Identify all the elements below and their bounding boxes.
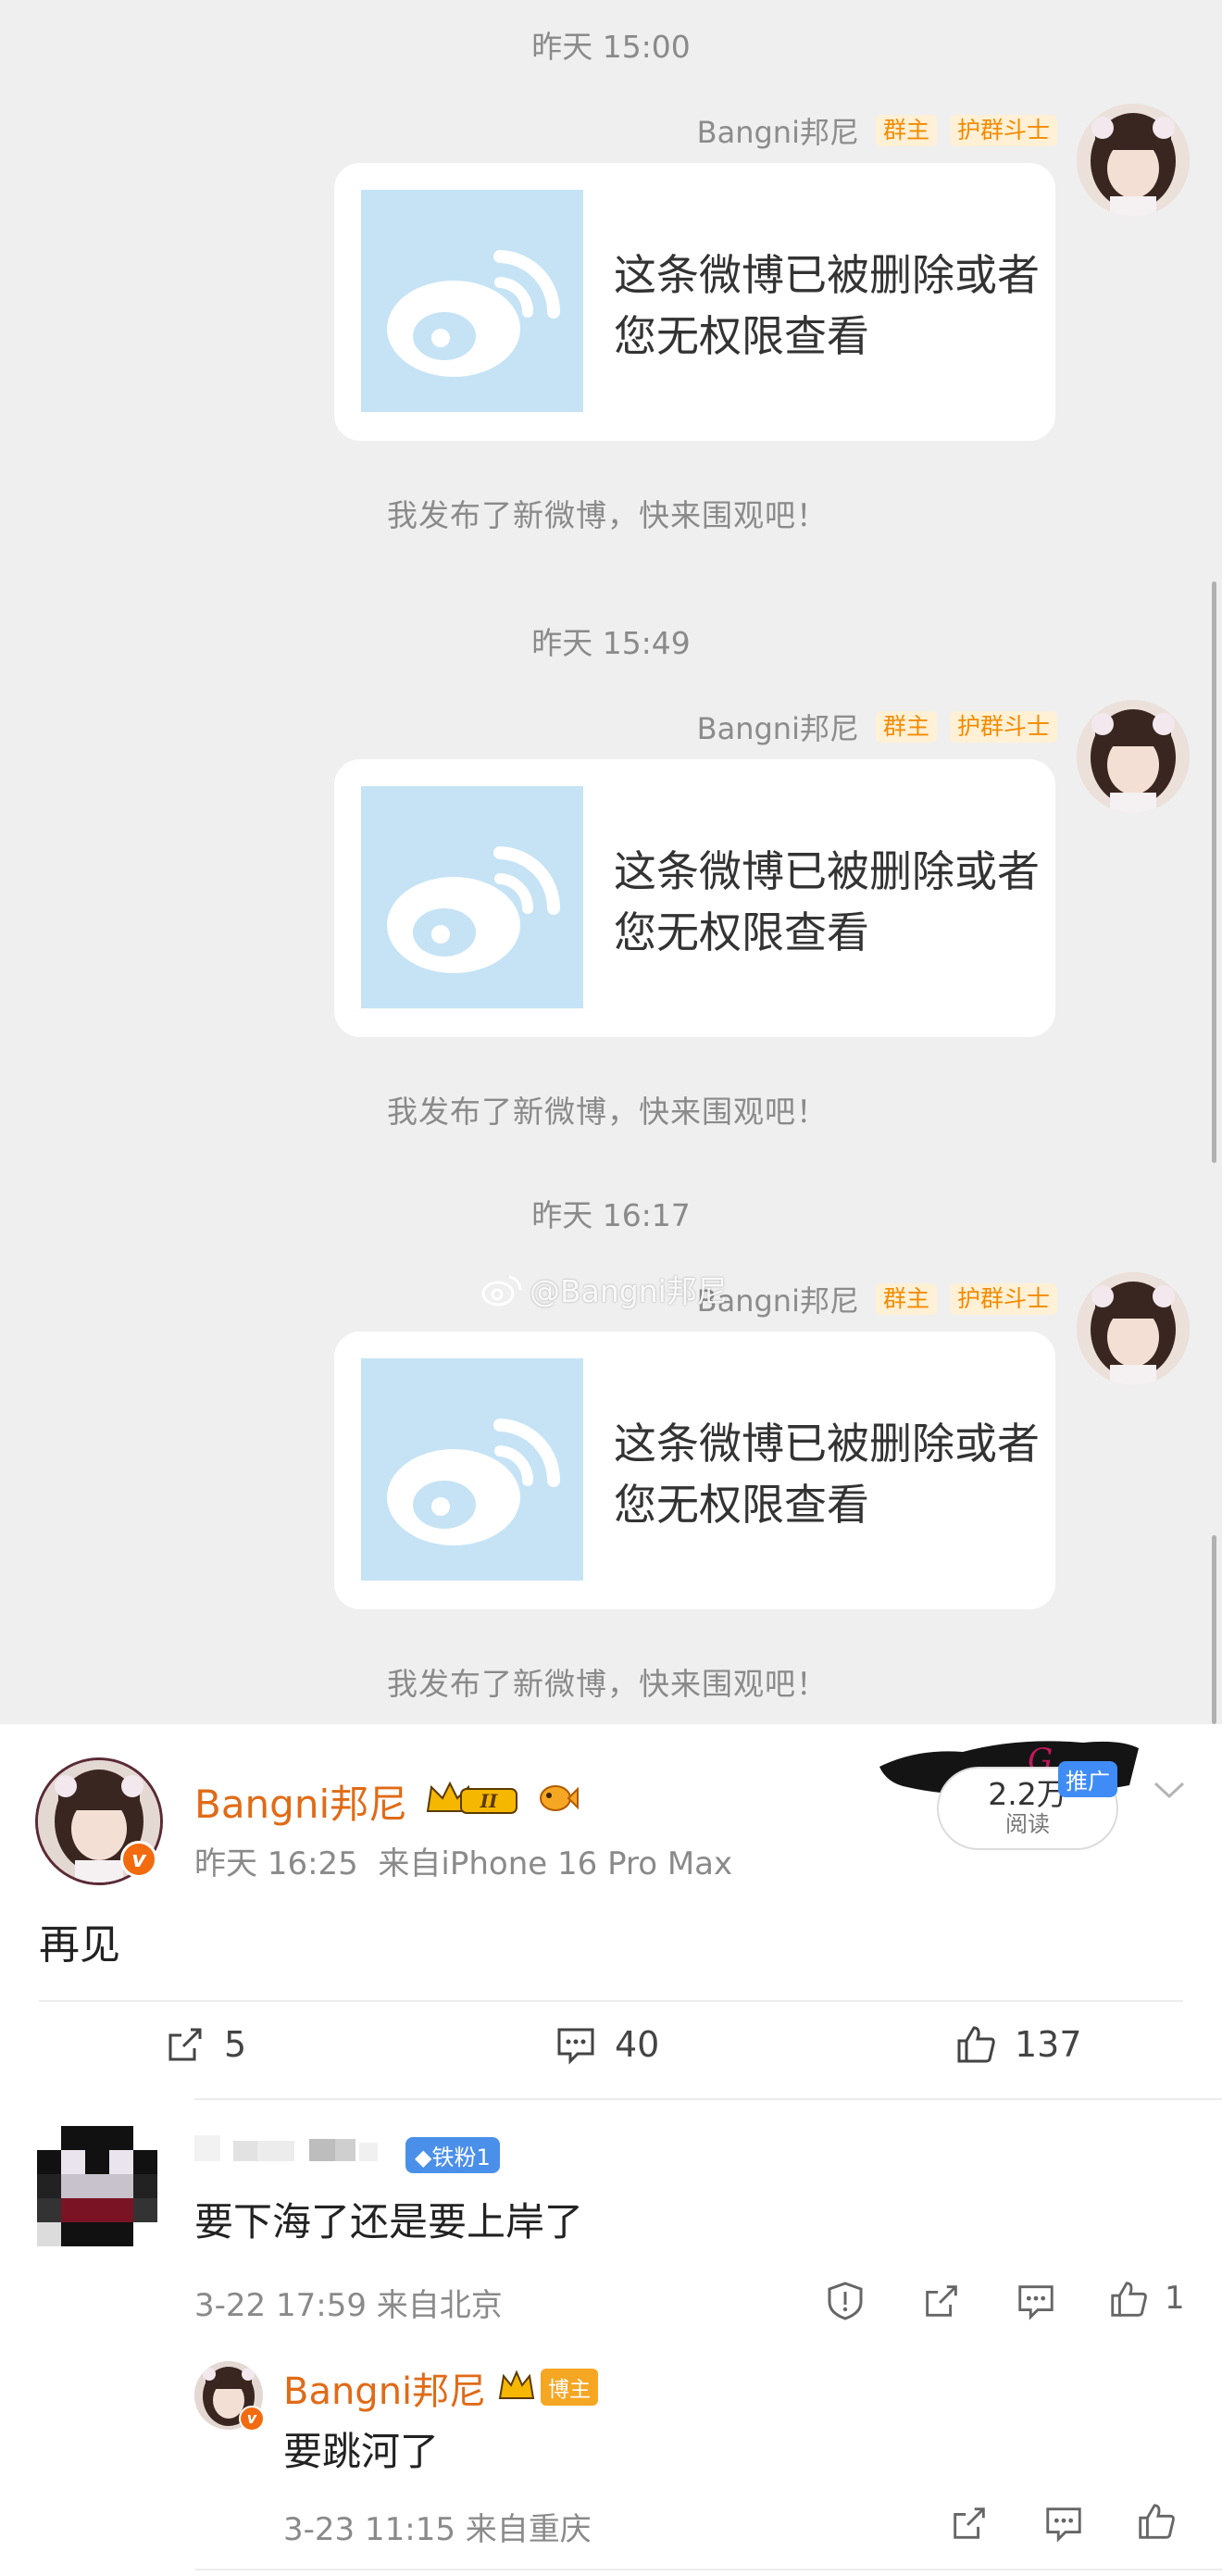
owner-tag: 群主 (875, 114, 937, 147)
message-sender: Bangni邦尼 群主 护群斗士 (697, 109, 1057, 152)
divider (194, 2569, 1222, 2570)
like-icon[interactable] (1107, 2278, 1150, 2320)
commenter-avatar[interactable] (37, 2126, 157, 2246)
fan-badge-label: 铁粉1 (431, 2145, 491, 2170)
iron-fan-badge: ◆铁粉1 (405, 2137, 500, 2173)
weibo-card[interactable]: 这条微博已被删除或者您无权限查看 (334, 759, 1055, 1037)
repost-button[interactable]: 5 (163, 2022, 246, 2067)
sender-avatar[interactable] (1077, 700, 1190, 813)
weibo-logo-icon (361, 786, 583, 1008)
reply-meta: 3-23 11:15 来自重庆 (283, 2511, 592, 2548)
scrollbar-lower[interactable] (1212, 1535, 1216, 1724)
weibo-card[interactable]: 这条微博已被删除或者您无权限查看 (334, 163, 1055, 441)
verified-badge-icon: v (120, 1841, 157, 1878)
owner-tag: 群主 (875, 710, 937, 744)
deleted-notice: 这条微博已被删除或者您无权限查看 (614, 250, 1040, 361)
chevron-down-icon[interactable] (1152, 1776, 1187, 1804)
post-content: 再见 (39, 1921, 120, 1969)
message-sender: Bangni邦尼 群主 护群斗士 (697, 706, 1057, 748)
comment-icon[interactable] (1015, 2280, 1057, 2322)
crown-icon: II (426, 1781, 517, 1814)
message-timestamp: 昨天 15:49 (531, 625, 691, 661)
deleted-notice: 这条微博已被删除或者您无权限查看 (614, 846, 1040, 957)
owner-tag: 群主 (875, 1282, 937, 1316)
guardian-tag: 护群斗士 (949, 710, 1057, 744)
fish-icon (540, 1785, 579, 1811)
weibo-logo-icon (361, 190, 583, 412)
scrollbar-upper[interactable] (1212, 581, 1216, 1163)
repost-icon (168, 2028, 202, 2061)
comment-icon (557, 2028, 594, 2065)
guardian-tag: 护群斗士 (949, 1282, 1057, 1316)
post-source: 来自iPhone 16 Pro Max (378, 1845, 733, 1882)
weibo-card[interactable]: 这条微博已被删除或者您无权限查看 (334, 1332, 1055, 1609)
blurred-username (194, 2135, 378, 2161)
share-icon[interactable] (948, 2502, 991, 2545)
sender-name: Bangni邦尼 (696, 115, 859, 150)
group-chat: 昨天 15:00 Bangni邦尼 群主 护群斗士 这条微博已被删除或者您无权限… (0, 0, 1222, 1724)
divider (194, 2098, 1222, 2100)
like-icon (957, 2026, 995, 2063)
author-badge: 博主 (541, 2369, 598, 2406)
sender-avatar[interactable] (1077, 1272, 1190, 1385)
divider (39, 2000, 1183, 2002)
deleted-notice: 这条微博已被删除或者您无权限查看 (614, 1419, 1040, 1530)
comment-like-count: 1 (1165, 2280, 1185, 2317)
sender-name: Bangni邦尼 (696, 711, 859, 746)
promo-tag: 推广 (1058, 1761, 1117, 1797)
system-message: 我发布了新微博，快来围观吧！ (387, 497, 828, 533)
comment-count: 40 (615, 2024, 660, 2065)
post-author-name[interactable]: Bangni邦尼 (194, 1773, 407, 1830)
message-sender: Bangni邦尼 群主 护群斗士 (697, 1278, 1057, 1320)
guardian-tag: 护群斗士 (949, 114, 1057, 147)
svg-text:II: II (480, 1790, 498, 1812)
like-button[interactable]: 137 (954, 2022, 1082, 2067)
weibo-logo-icon (361, 1358, 583, 1581)
comment-text: 要下海了还是要上岸了 (194, 2199, 584, 2245)
message-timestamp: 昨天 16:17 (531, 1197, 691, 1233)
watermark-text: @Bangni邦尼 (530, 1273, 728, 1309)
system-message: 我发布了新微博，快来围观吧！ (387, 1094, 828, 1130)
system-message: 我发布了新微博，快来围观吧！ (387, 1666, 828, 1702)
promo-views-label: 阅读 (1005, 1811, 1050, 1837)
report-icon[interactable] (824, 2280, 867, 2322)
message-timestamp: 昨天 15:00 (531, 29, 691, 65)
watermark: @Bangni邦尼 (481, 1267, 728, 1311)
comment-meta: 3-22 17:59 来自北京 (194, 2287, 503, 2324)
sender-avatar[interactable] (1077, 104, 1190, 217)
post-meta: 昨天 16:25 来自iPhone 16 Pro Max (194, 1838, 732, 1883)
reply-author-name[interactable]: Bangni邦尼 (283, 2361, 486, 2415)
post-time: 昨天 16:25 (194, 1845, 358, 1882)
weibo-watermark-icon (481, 1275, 522, 1307)
like-icon[interactable] (1135, 2500, 1178, 2543)
like-count: 137 (1015, 2024, 1082, 2065)
reply-text: 要跳河了 (283, 2429, 440, 2474)
verified-badge-icon: v (239, 2406, 265, 2432)
comment-icon[interactable] (1042, 2502, 1085, 2545)
share-icon[interactable] (920, 2280, 963, 2322)
comment-button[interactable]: 40 (554, 2022, 659, 2067)
repost-count: 5 (224, 2024, 247, 2065)
crown-icon (498, 2370, 535, 2399)
